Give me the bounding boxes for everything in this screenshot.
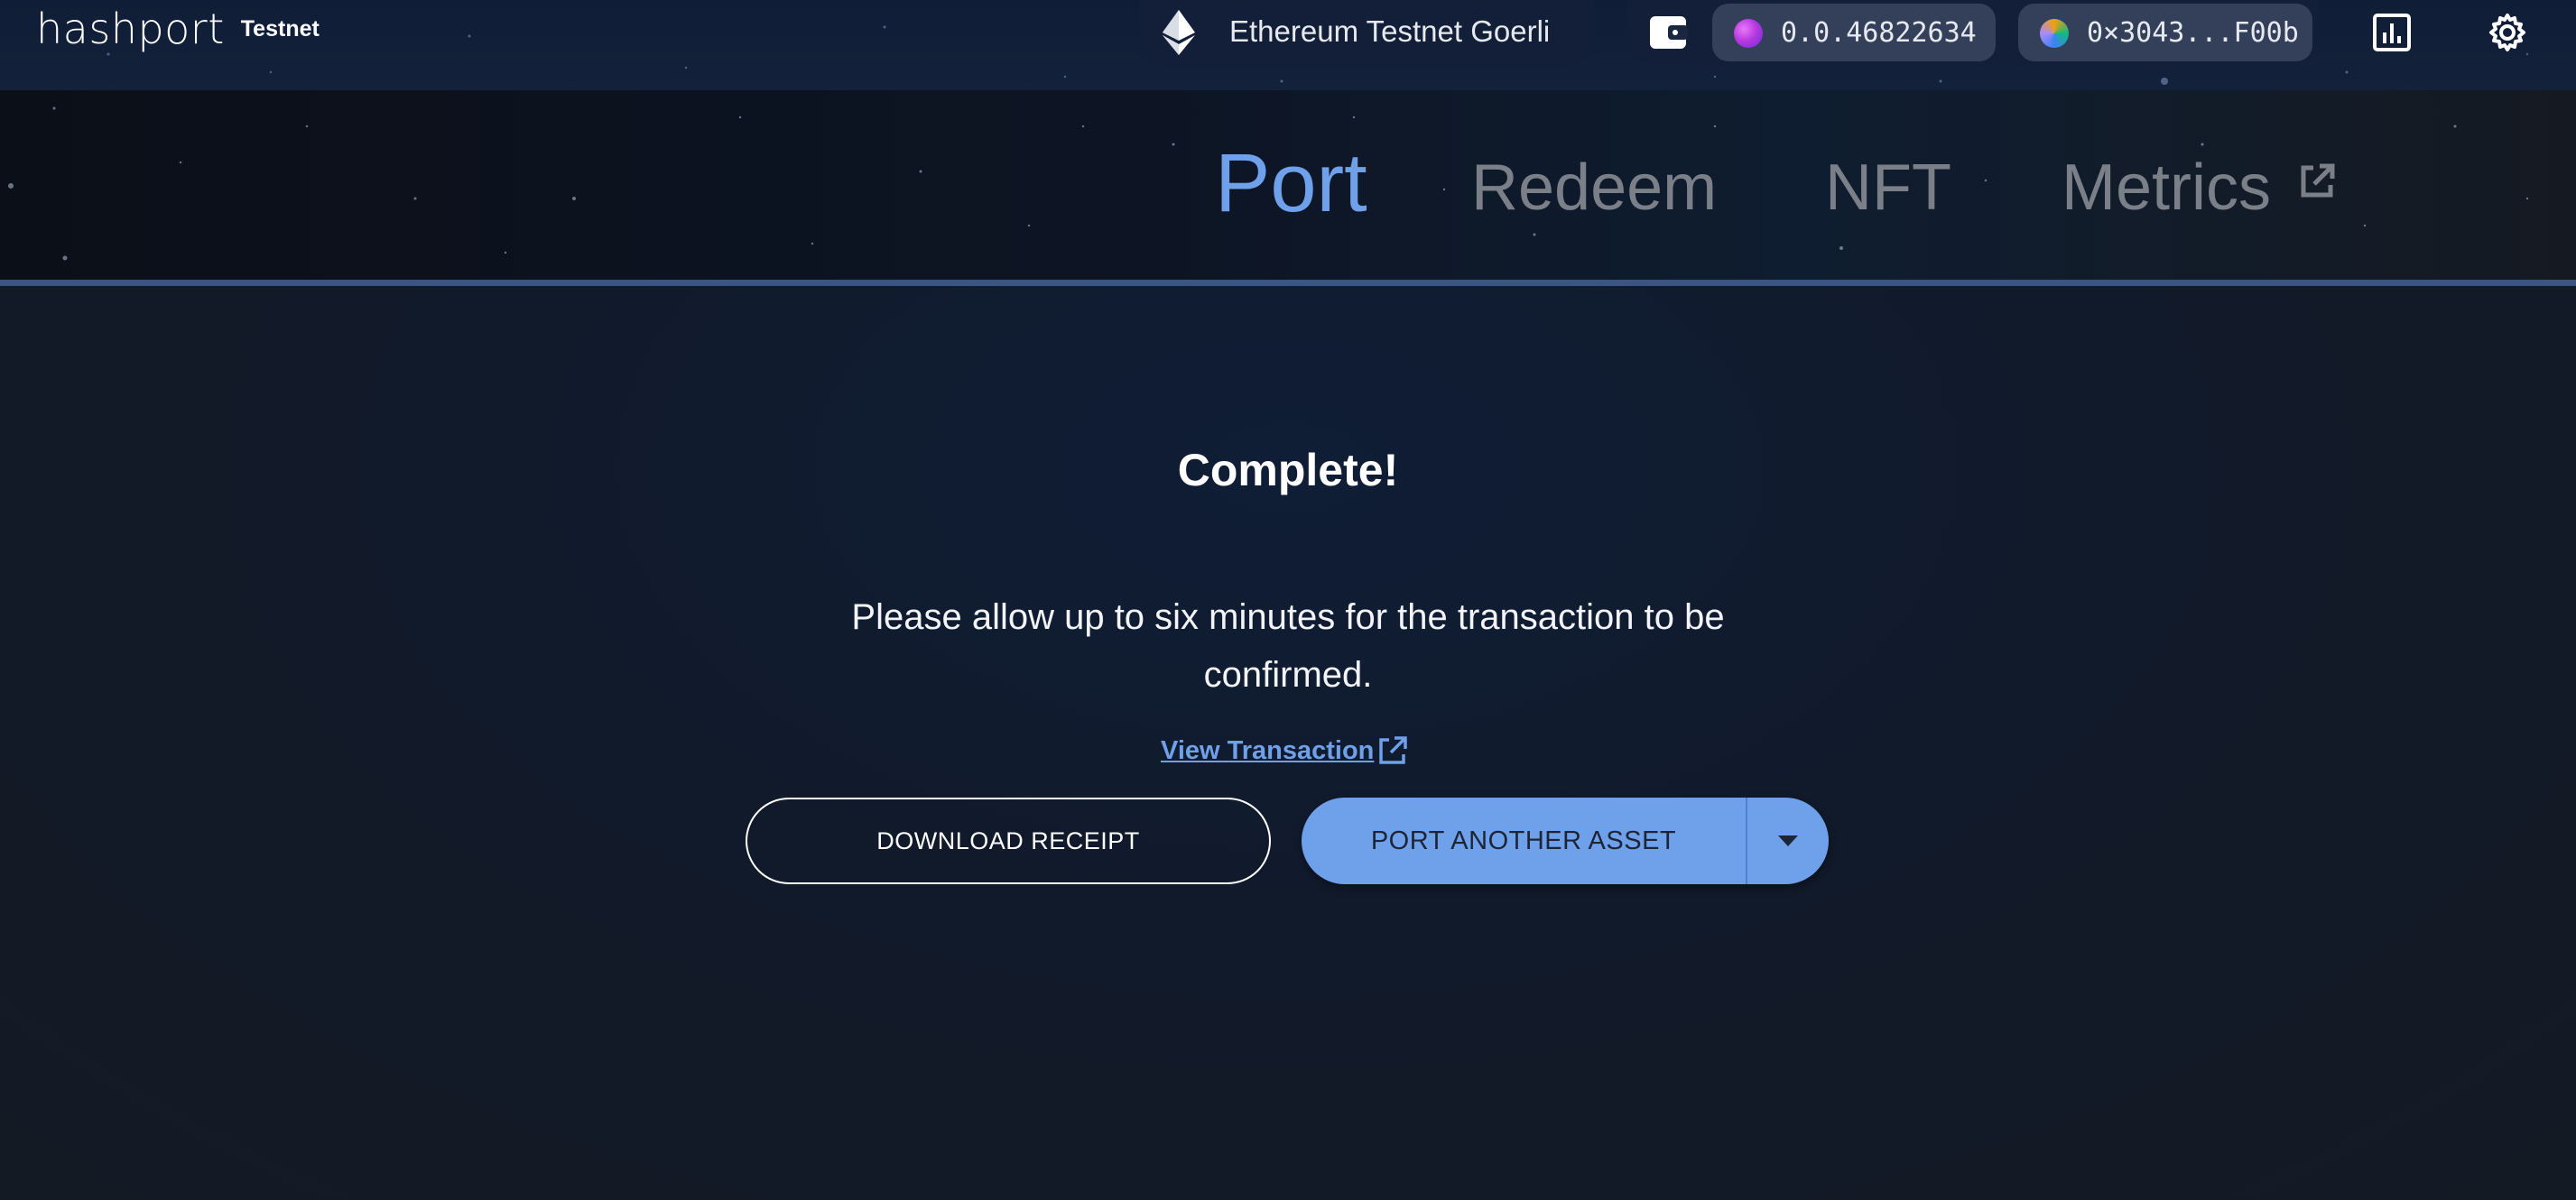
status-message: Please allow up to six minutes for the t… <box>851 597 1725 695</box>
bar-chart-icon[interactable] <box>2372 13 2412 52</box>
port-another-asset-button[interactable]: PORT ANOTHER ASSET <box>1302 798 1746 884</box>
ethereum-icon <box>1163 10 1195 55</box>
caret-down-icon <box>1778 835 1798 846</box>
port-options-dropdown[interactable] <box>1747 798 1829 884</box>
evm-account-button[interactable]: 0×3043...F00b <box>2018 4 2312 61</box>
hedera-avatar <box>1734 19 1763 48</box>
view-transaction-label: View Transaction <box>1161 735 1375 765</box>
network-mode-label: Testnet <box>240 15 320 42</box>
tab-metrics[interactable]: Metrics <box>2062 155 2271 220</box>
evm-account-address: 0×3043...F00b <box>2087 17 2299 49</box>
network-label: Ethereum Testnet Goerli <box>1229 14 1551 48</box>
external-link-icon <box>2301 163 2335 198</box>
download-receipt-button[interactable]: DOWNLOAD RECEIPT <box>746 798 1271 884</box>
logo-wordmark: hashport <box>36 5 225 53</box>
logo[interactable]: hashport Testnet <box>36 2 320 56</box>
gear-icon[interactable] <box>2488 13 2527 52</box>
hedera-account-button[interactable]: 0.0.46822634 <box>1712 4 1996 61</box>
tab-nft[interactable]: NFT <box>1825 155 1951 220</box>
view-transaction-link[interactable]: View Transaction <box>1161 733 1408 769</box>
external-link-icon <box>1379 736 1408 764</box>
hedera-account-id: 0.0.46822634 <box>1781 17 1977 49</box>
nav-divider <box>0 280 2576 286</box>
top-bar: hashport Testnet Ethereum Testnet Goerli… <box>0 0 2576 90</box>
network-selector[interactable]: Ethereum Testnet Goerli <box>1139 0 1595 67</box>
evm-avatar <box>2040 19 2069 48</box>
port-another-asset-split-button: PORT ANOTHER ASSET <box>1302 798 1829 884</box>
page-title: Complete! <box>1177 445 1399 495</box>
tab-port[interactable]: Port <box>1215 142 1367 225</box>
tab-redeem[interactable]: Redeem <box>1471 155 1717 220</box>
wallet-icon[interactable] <box>1648 13 1690 52</box>
